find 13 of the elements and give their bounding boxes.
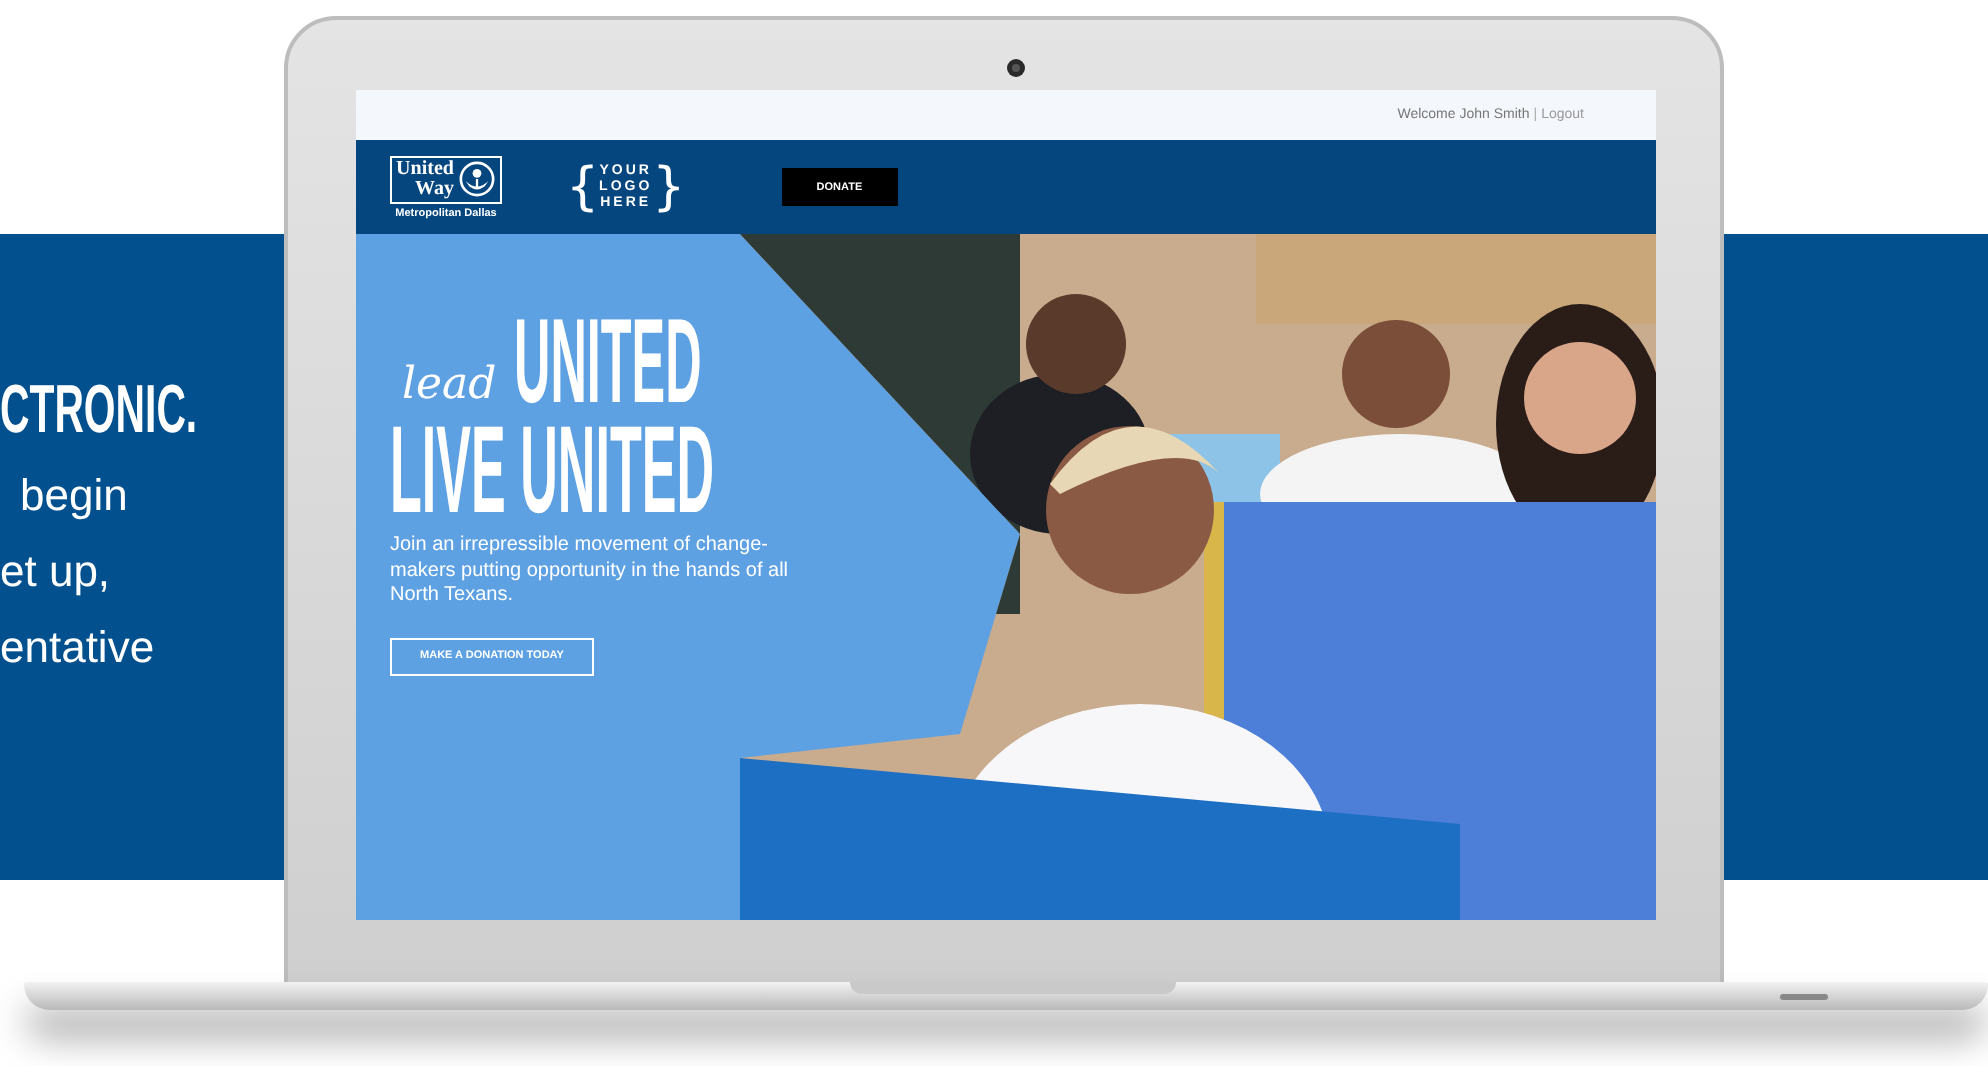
- camera-icon: [1006, 58, 1026, 78]
- hero-paragraph: Join an irrepressible movement of change-makers putting opportunity in the hands of all North Texans.: [390, 534, 791, 609]
- script-word: lead: [402, 362, 499, 410]
- brace-text: {: [566, 161, 600, 213]
- panel-text-line: et up,: [0, 544, 111, 600]
- logo-text: Way: [415, 179, 454, 199]
- hand-emblem-icon: [457, 160, 496, 198]
- brace-text: }: [652, 161, 686, 213]
- logo-text: United: [396, 159, 454, 179]
- panel-heading: CTRONIC.: [0, 370, 198, 450]
- panel-text-line: entative: [0, 620, 155, 676]
- logo-badge[interactable]: United Way: [390, 155, 502, 203]
- panel-text-line: begin: [18, 468, 128, 524]
